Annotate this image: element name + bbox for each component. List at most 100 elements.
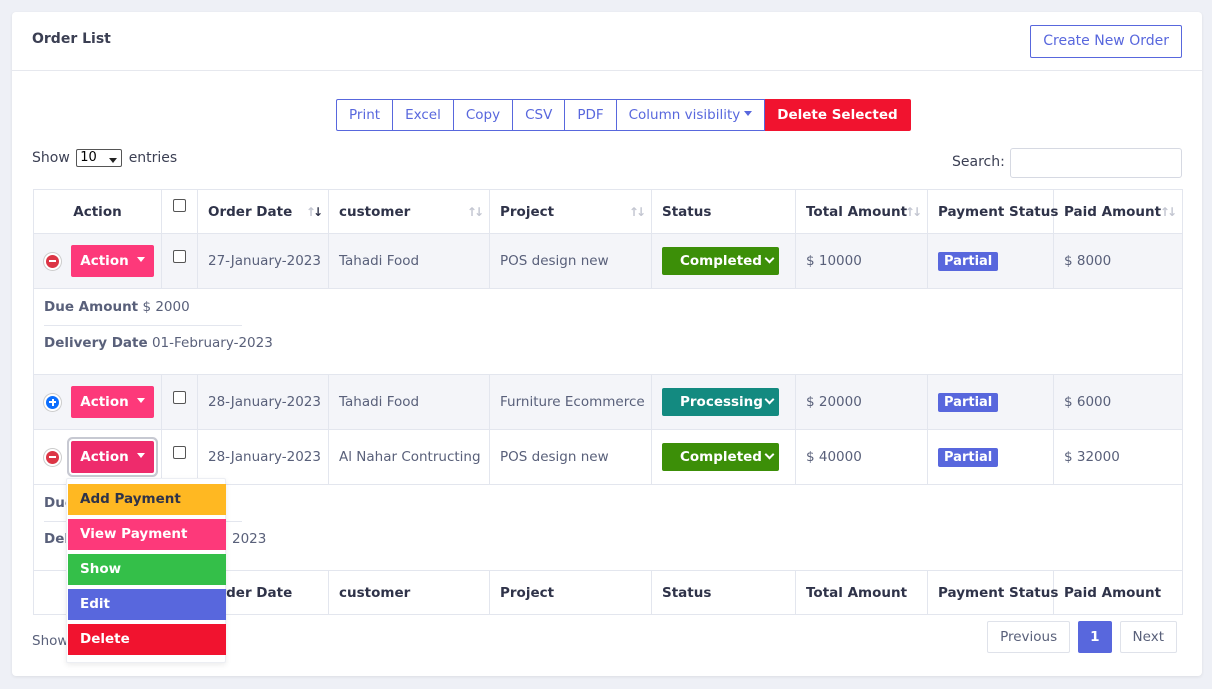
entries-length-control: Show 10 entries — [32, 149, 177, 167]
previous-page-button[interactable]: Previous — [987, 621, 1071, 653]
action-label: Action — [80, 253, 129, 269]
pagination: Previous 1 Next — [979, 621, 1177, 653]
foot-col-payment-status: Payment Status — [927, 570, 1058, 615]
foot-col-paid-amount: Paid Amount — [1053, 570, 1183, 615]
action-dropdown-menu: Add Payment View Payment Show Edit Delet… — [66, 478, 226, 663]
csv-button[interactable]: CSV — [513, 99, 566, 131]
pdf-button[interactable]: PDF — [565, 99, 617, 131]
action-dropdown-button[interactable]: Action — [71, 245, 154, 277]
row-checkbox[interactable] — [173, 390, 186, 404]
cell-select — [161, 233, 198, 289]
delivery-date-value: 2023 — [232, 531, 267, 547]
chevron-down-icon — [764, 253, 775, 264]
col-select-all — [161, 189, 198, 234]
table-row: Action 28-January-2023 Al Nahar Contruct… — [33, 429, 1183, 485]
cell-status: Completed — [651, 233, 796, 289]
status-select[interactable]: Completed — [662, 443, 779, 471]
print-button[interactable]: Print — [336, 99, 394, 131]
caret-down-icon — [136, 398, 145, 403]
sort-icon: ↑↓ — [1159, 205, 1177, 219]
foot-col-status: Status — [651, 570, 796, 615]
show-menu-item[interactable]: Show — [68, 554, 226, 585]
status-value: Completed — [680, 253, 762, 269]
cell-customer: Tahadi Food — [328, 233, 490, 289]
payment-status-badge: Partial — [938, 392, 999, 412]
cell-project: Furniture Ecommerce — [489, 374, 652, 430]
cell-total-amount: $ 10000 — [795, 233, 928, 289]
col-paid-amount-label: Paid Amount — [1064, 203, 1162, 220]
row-details: Due Amount $ 2000 Delivery Date 01-Febru… — [33, 288, 1183, 375]
status-select[interactable]: Processing — [662, 388, 779, 416]
export-button-group: Print Excel Copy CSV PDF Column visibili… — [336, 99, 911, 131]
search-input[interactable] — [1010, 148, 1182, 178]
expand-row-icon[interactable] — [44, 393, 61, 411]
add-payment-menu-item[interactable]: Add Payment — [68, 484, 226, 515]
col-action: Action — [33, 189, 162, 234]
action-dropdown-button[interactable]: Action — [71, 386, 154, 418]
copy-button[interactable]: Copy — [453, 99, 514, 131]
length-suffix: entries — [128, 150, 178, 166]
row-checkbox[interactable] — [173, 249, 186, 263]
cell-select — [161, 374, 198, 430]
sort-desc-icon: ↑↓ — [305, 205, 323, 219]
foot-col-customer: customer — [328, 570, 490, 615]
search-label: Search: — [952, 154, 1005, 170]
entries-select-value: 10 — [80, 150, 97, 165]
next-page-button[interactable]: Next — [1119, 621, 1177, 653]
due-amount-value: $ 2000 — [142, 299, 190, 315]
delete-menu-item[interactable]: Delete — [68, 624, 226, 655]
create-new-order-button[interactable]: Create New Order — [1030, 25, 1182, 58]
action-dropdown-button[interactable]: Action — [71, 441, 154, 473]
cell-status: Completed — [651, 429, 796, 485]
status-select[interactable]: Completed — [662, 247, 779, 275]
col-paid-amount[interactable]: Paid Amount ↑↓ — [1053, 189, 1183, 234]
select-all-checkbox[interactable] — [173, 199, 186, 212]
cell-order-date: 28-January-2023 — [197, 374, 329, 430]
chevron-down-icon — [109, 158, 118, 163]
view-payment-menu-item[interactable]: View Payment — [68, 519, 226, 550]
status-value: Processing — [680, 394, 763, 410]
cell-customer: Tahadi Food — [328, 374, 490, 430]
sort-icon: ↑↓ — [466, 205, 484, 219]
cell-project: POS design new — [489, 233, 652, 289]
sort-icon: ↑↓ — [904, 205, 922, 219]
chevron-down-icon — [764, 394, 775, 405]
col-order-date-label: Order Date — [208, 203, 293, 220]
col-status: Status — [651, 189, 796, 234]
row-details-cell: Due Amount $ 2000 Delivery Date 01-Febru… — [33, 288, 1183, 375]
table-row: Action 28-January-2023 Tahadi Food Furni… — [33, 374, 1183, 430]
cell-action: Action — [33, 233, 162, 289]
col-order-date[interactable]: Order Date ↑↓ — [197, 189, 329, 234]
col-project[interactable]: Project ↑↓ — [489, 189, 652, 234]
cell-project: POS design new — [489, 429, 652, 485]
chevron-down-icon — [764, 449, 775, 460]
cell-customer: Al Nahar Contructing — [328, 429, 490, 485]
entries-select[interactable]: 10 — [76, 149, 123, 167]
cell-total-amount: $ 20000 — [795, 374, 928, 430]
cell-action: Action — [33, 374, 162, 430]
delivery-date-line: Delivery Date 01-February-2023 — [44, 335, 1172, 351]
edit-menu-item[interactable]: Edit — [68, 589, 226, 620]
action-label: Action — [80, 394, 129, 410]
col-total-amount[interactable]: Total Amount ↑↓ — [795, 189, 928, 234]
excel-button[interactable]: Excel — [393, 99, 454, 131]
caret-down-icon — [136, 257, 145, 262]
delete-selected-button[interactable]: Delete Selected — [765, 99, 911, 131]
collapse-row-icon[interactable] — [44, 252, 61, 270]
status-value: Completed — [680, 449, 762, 465]
column-visibility-button[interactable]: Column visibility — [616, 99, 766, 131]
card-header: Order List Create New Order — [12, 12, 1202, 71]
cell-payment-status: Partial — [927, 233, 1054, 289]
caret-down-icon — [744, 111, 753, 116]
cell-total-amount: $ 40000 — [795, 429, 928, 485]
col-project-label: Project — [500, 203, 555, 220]
page-1-button[interactable]: 1 — [1078, 621, 1112, 653]
collapse-row-icon[interactable] — [44, 448, 61, 466]
delivery-date-label: Delivery Date — [44, 335, 148, 351]
cell-order-date: 28-January-2023 — [197, 429, 329, 485]
row-checkbox[interactable] — [173, 445, 186, 459]
table-info: Show — [32, 633, 69, 649]
col-customer[interactable]: customer ↑↓ — [328, 189, 490, 234]
cell-select — [161, 429, 198, 485]
sort-icon: ↑↓ — [628, 205, 646, 219]
